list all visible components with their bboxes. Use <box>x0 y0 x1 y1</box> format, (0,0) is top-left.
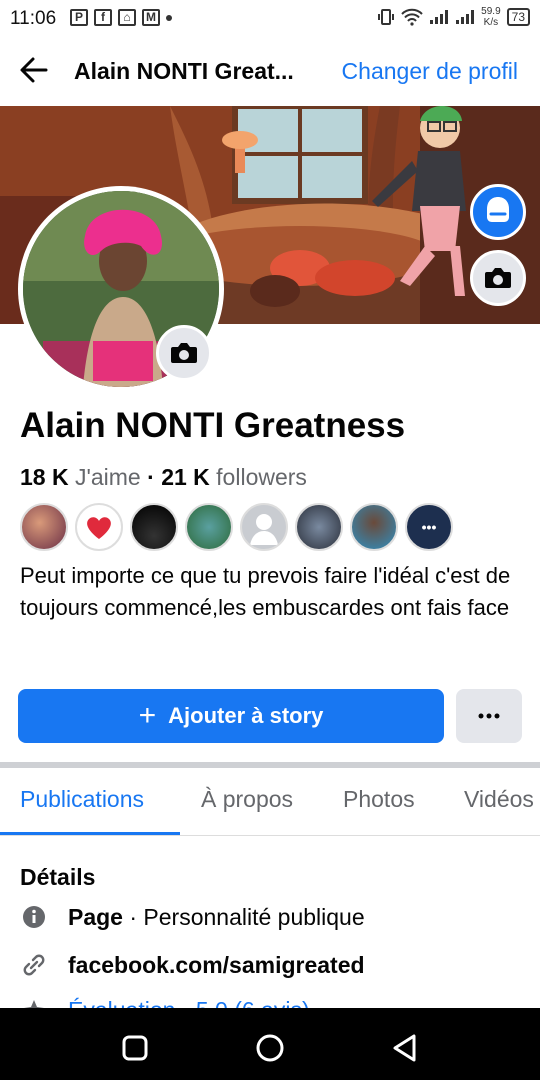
more-notifications-dot <box>166 14 172 21</box>
likes-label: J'aime <box>74 464 141 490</box>
more-options-button[interactable] <box>456 689 522 743</box>
link-icon <box>20 951 48 979</box>
battery-indicator: 73 <box>506 8 530 26</box>
info-icon <box>20 903 48 931</box>
back-triangle-icon <box>393 1034 416 1062</box>
add-to-story-label: Ajouter à story <box>168 703 324 728</box>
system-status: 59.9 K/s 73 <box>377 6 530 28</box>
recents-icon <box>122 1035 148 1061</box>
page-label: Page <box>68 903 123 930</box>
follower-avatar[interactable] <box>20 503 68 551</box>
more-horizontal-icon <box>478 713 500 719</box>
cover-camera-button[interactable] <box>470 250 526 306</box>
app-notification-icon: ⌂ <box>118 9 136 26</box>
avatar-icon <box>487 197 509 222</box>
profile-name: Alain NONTI Greatness <box>20 406 406 445</box>
signal-icon-2 <box>456 10 475 24</box>
follower-avatar[interactable] <box>295 503 343 551</box>
home-button[interactable] <box>250 1028 290 1068</box>
more-icon: ••• <box>421 519 437 535</box>
back-nav-button[interactable] <box>385 1028 425 1068</box>
add-to-story-button[interactable]: + Ajouter à story <box>18 689 444 743</box>
tab-photos[interactable]: Photos <box>343 786 415 813</box>
follower-avatar-placeholder[interactable] <box>240 503 288 551</box>
detail-page-category: Page · Personnalité publique <box>20 903 365 931</box>
clock: 11:06 <box>10 8 57 29</box>
top-app-bar: Alain NONTI Great... Changer de profil <box>0 38 540 104</box>
speed-value: 59.9 <box>481 6 501 17</box>
page-stats[interactable]: 18 K J'aime · 21 K followers <box>20 464 307 491</box>
switch-profile-link[interactable]: Changer de profil <box>342 58 518 85</box>
heart-logo-icon <box>87 517 111 539</box>
status-bar: 11:06 P f ⌂ M 59.9 K/s 73 <box>0 0 540 38</box>
network-speed: 59.9 K/s <box>481 6 500 28</box>
back-arrow-icon <box>20 57 48 83</box>
active-tab-indicator <box>0 832 180 835</box>
default-user-icon <box>250 514 278 545</box>
wifi-icon <box>401 8 423 26</box>
vibrate-icon <box>378 9 395 25</box>
tab-videos[interactable]: Vidéos <box>464 786 534 813</box>
speed-unit: K/s <box>483 17 499 28</box>
likes-count: 18 K <box>20 464 69 490</box>
page-title: Alain NONTI Great... <box>74 58 294 84</box>
follower-avatars: ••• <box>20 503 453 551</box>
back-button[interactable] <box>16 52 56 88</box>
camera-icon <box>485 268 511 288</box>
follower-avatar[interactable] <box>130 503 178 551</box>
tab-publications[interactable]: Publications <box>20 786 144 813</box>
recents-button[interactable] <box>115 1028 155 1068</box>
tab-about[interactable]: À propos <box>201 786 293 813</box>
mail-notification-icon: M <box>142 9 160 26</box>
profile-camera-button[interactable] <box>156 325 212 381</box>
page-category: · Personnalité publique <box>129 903 365 930</box>
pinterest-notification-icon: P <box>70 9 88 26</box>
follower-avatar[interactable] <box>185 503 233 551</box>
profile-tabs: Publications À propos Photos Vidéos <box>0 768 540 836</box>
profile-bio: Peut importe ce que tu prevois faire l'i… <box>20 563 511 620</box>
plus-icon: + <box>138 699 157 732</box>
avatar-edit-button[interactable] <box>470 184 526 240</box>
website-link[interactable]: facebook.com/samigreated <box>68 952 365 979</box>
home-icon <box>256 1034 284 1062</box>
stats-separator: · <box>147 464 155 490</box>
camera-icon <box>171 343 197 363</box>
detail-website[interactable]: facebook.com/samigreated <box>20 951 365 979</box>
system-navigation-bar <box>0 1008 540 1080</box>
facebook-notification-icon: f <box>94 9 112 26</box>
followers-count: 21 K <box>161 464 210 490</box>
signal-icon-1 <box>430 10 449 24</box>
follower-avatar[interactable] <box>75 503 123 551</box>
notification-icons: P f ⌂ M <box>70 9 172 26</box>
more-followers[interactable]: ••• <box>405 503 453 551</box>
followers-label: followers <box>216 464 307 490</box>
details-heading: Détails <box>20 864 96 890</box>
follower-avatar[interactable] <box>350 503 398 551</box>
